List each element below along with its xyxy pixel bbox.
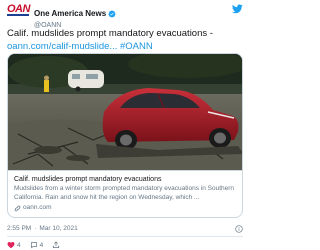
timestamp-separator: ·	[34, 225, 37, 232]
heart-icon	[7, 242, 15, 249]
tweet-text: Calif. mudslides prompt mandatory evacua…	[7, 27, 245, 53]
avatar[interactable]: OAN	[7, 2, 30, 22]
share-button[interactable]	[52, 241, 60, 249]
avatar-logo-stripe	[7, 14, 29, 16]
comment-icon	[30, 242, 37, 249]
divider	[7, 236, 243, 237]
tweet: OAN One America News @OANN Calif. mudsli…	[0, 0, 250, 250]
share-icon	[53, 241, 60, 249]
hashtag-link[interactable]: #OANN	[120, 41, 153, 52]
twitter-icon[interactable]	[232, 4, 243, 14]
card-description: Mudslides from a winter storm prompted m…	[14, 185, 235, 201]
card-title: Calif. mudslides prompt mandatory evacua…	[14, 176, 162, 183]
display-name-text: One America News	[34, 9, 107, 18]
info-icon[interactable]	[235, 225, 243, 233]
link-icon	[14, 205, 21, 211]
tweet-body-text: Calif. mudslides prompt mandatory evacua…	[7, 28, 213, 39]
card-image[interactable]	[8, 54, 243, 170]
card-domain: oann.com	[14, 204, 238, 212]
card-domain-text: oann.com	[23, 204, 52, 211]
card-body[interactable]: Calif. mudslides prompt mandatory evacua…	[8, 170, 242, 217]
tweet-date: Mar 10, 2021	[39, 225, 78, 232]
tweet-header: OAN One America News @OANN	[7, 2, 243, 29]
verified-icon	[108, 10, 116, 17]
reply-button[interactable]: 4	[30, 241, 44, 249]
tweet-time: 2:55 PM	[7, 225, 32, 232]
like-button[interactable]: 4	[7, 241, 21, 249]
author-name[interactable]: One America News	[34, 9, 116, 18]
link-preview-card[interactable]: Calif. mudslides prompt mandatory evacua…	[7, 53, 243, 218]
action-bar: 4 4	[7, 240, 69, 250]
author-block: One America News @OANN	[34, 3, 116, 30]
like-count: 4	[17, 241, 21, 249]
tweet-timestamp[interactable]: 2:55 PM · Mar 10, 2021	[7, 224, 78, 234]
retweet-count: 4	[39, 241, 44, 249]
tweet-link[interactable]: oann.com/calif-mudslide...	[7, 41, 117, 52]
